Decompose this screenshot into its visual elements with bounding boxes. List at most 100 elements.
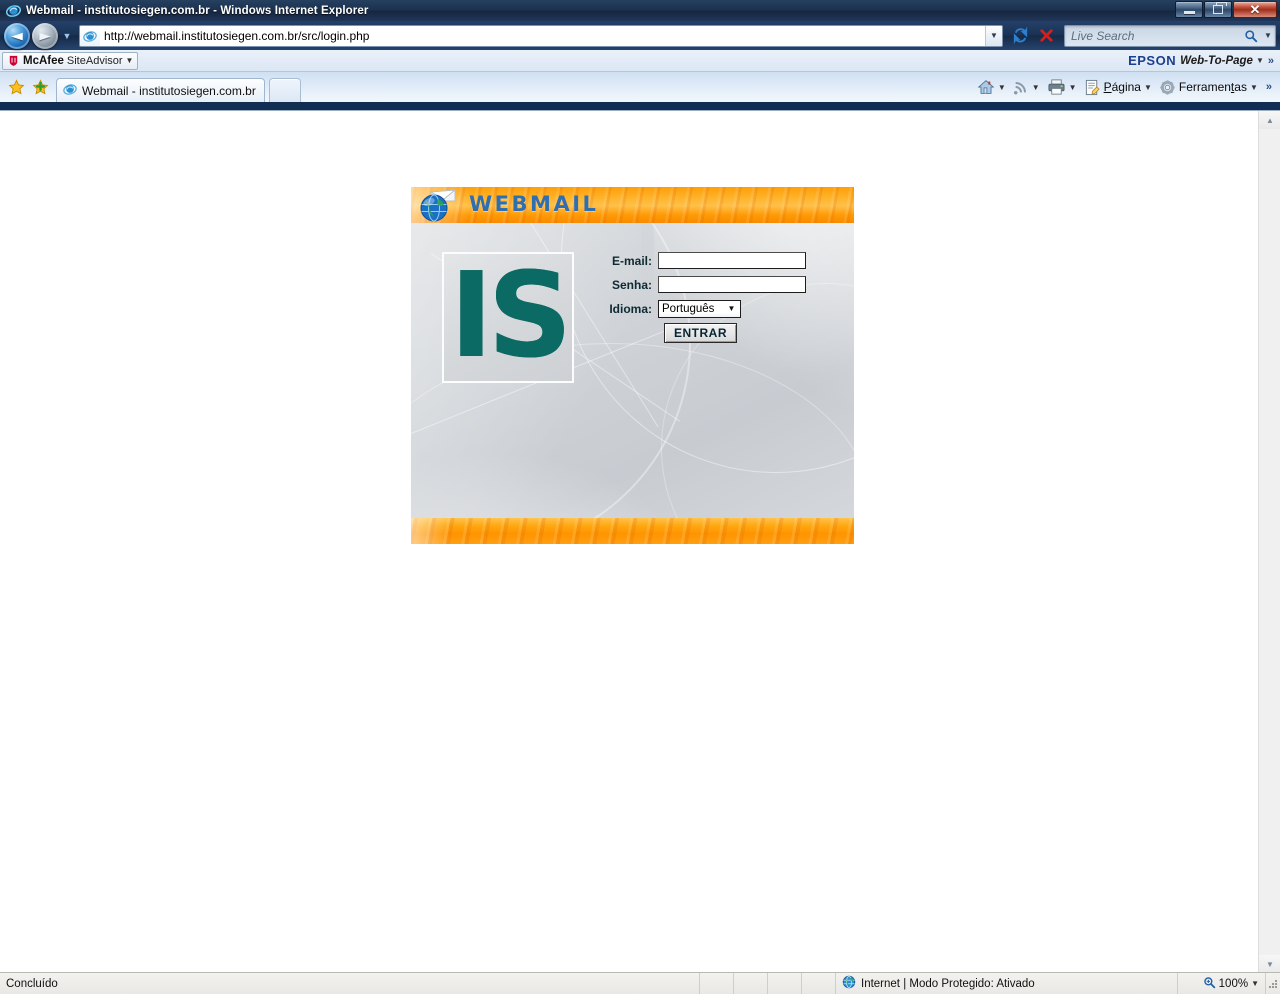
recent-pages-dropdown[interactable]: ▼ [60, 23, 74, 49]
chevron-down-icon[interactable]: ▼ [1032, 83, 1040, 92]
tab-bar: Webmail - institutosiegen.com.br ▼ ▼ ▼ P… [0, 72, 1280, 102]
forward-arrow-icon: ► [39, 26, 51, 44]
language-select[interactable]: Português ▼ [658, 299, 742, 318]
stop-icon [1039, 29, 1053, 42]
minimize-button[interactable] [1175, 1, 1203, 18]
extensions-overflow-icon[interactable]: » [1264, 55, 1278, 67]
printer-icon [1048, 79, 1065, 95]
address-input[interactable]: http://webmail.institutosiegen.com.br/sr… [100, 25, 985, 46]
close-icon: ✕ [1249, 2, 1261, 17]
browser-window: Webmail - institutosiegen.com.br - Windo… [0, 0, 1280, 994]
email-label: E-mail: [611, 253, 652, 268]
wordmark-letter: L [582, 192, 599, 216]
vertical-scrollbar[interactable]: ▲ ▼ [1258, 111, 1280, 972]
language-row: Idioma: Português ▼ [596, 299, 844, 318]
chevron-down-icon[interactable]: ▼ [1250, 83, 1258, 92]
restore-button[interactable] [1204, 1, 1232, 18]
chevron-down-icon[interactable]: ▼ [126, 56, 134, 65]
security-zone-indicator[interactable]: Internet | Modo Protegido: Ativado [836, 972, 1178, 994]
status-bar: Concluído Internet | Modo Protegido: Ati… [0, 972, 1280, 994]
chevron-down-icon: ▼ [1266, 959, 1274, 969]
back-button[interactable]: ◄ [4, 22, 30, 49]
scroll-up-button[interactable]: ▲ [1259, 111, 1280, 129]
add-to-favorites-button[interactable] [28, 75, 52, 99]
feeds-button[interactable]: ▼ [1010, 76, 1043, 98]
status-separator [802, 972, 836, 994]
mcafee-siteadvisor-button[interactable]: McAfee SiteAdvisor ▼ [2, 51, 139, 70]
submit-button[interactable]: ENTRAR [664, 323, 737, 343]
chevron-down-icon[interactable]: ▼ [998, 83, 1006, 92]
new-tab-button[interactable] [268, 78, 301, 102]
wordmark-letter: M [530, 192, 554, 216]
search-icon[interactable] [1241, 29, 1261, 43]
refresh-button[interactable] [1008, 24, 1032, 48]
page-menu-label: Página [1103, 80, 1141, 94]
webmail-footer-banner [411, 518, 854, 544]
webmail-body: IS E-mail: Senha: Idioma: Português ▼ EN… [411, 223, 854, 518]
epson-brand-label: EPSON [1128, 53, 1177, 68]
address-bar[interactable]: http://webmail.institutosiegen.com.br/sr… [79, 24, 1003, 47]
internet-explorer-icon [5, 3, 22, 18]
search-provider-dropdown[interactable]: ▼ [1261, 31, 1275, 40]
chevron-down-icon: ▼ [1264, 31, 1272, 40]
star-icon [8, 78, 24, 94]
navigation-bar: ◄ ► ▼ http://webmail.institutosiegen.com… [0, 21, 1280, 50]
chevron-up-icon: ▲ [1266, 115, 1274, 125]
submit-row: ENTRAR [596, 323, 844, 343]
chevron-down-icon: ▼ [990, 31, 998, 40]
title-bar: Webmail - institutosiegen.com.br - Windo… [0, 0, 1280, 21]
tab-webmail[interactable]: Webmail - institutosiegen.com.br [56, 78, 265, 102]
refresh-icon [1013, 27, 1027, 44]
wordmark-letter: E [494, 192, 512, 216]
webmail-header-banner: W E B M A I L [411, 187, 854, 223]
close-button[interactable]: ✕ [1233, 1, 1277, 18]
globe-envelope-icon [419, 189, 459, 223]
security-zone-text: Internet | Modo Protegido: Ativado [861, 977, 1035, 990]
home-button[interactable]: ▼ [974, 76, 1009, 98]
search-input[interactable]: Live Search [1065, 29, 1241, 43]
epson-dropdown-chevron-down-icon[interactable]: ▼ [1256, 56, 1264, 65]
tools-menu-button[interactable]: Ferramentas ▼ [1156, 76, 1261, 98]
email-row: E-mail: [596, 251, 844, 270]
footer-fade [411, 518, 451, 544]
stop-button[interactable] [1034, 24, 1058, 48]
login-form: E-mail: Senha: Idioma: Português ▼ ENTRA… [596, 251, 844, 343]
window-controls: ✕ [1175, 1, 1277, 18]
chevron-down-icon[interactable]: ▼ [1069, 83, 1077, 92]
command-bar: ▼ ▼ ▼ Página ▼ Ferramentas ▼ » [974, 76, 1276, 102]
zoom-level-text: 100% [1218, 977, 1249, 990]
grip-icon [1269, 979, 1277, 988]
logo-text: IS [449, 252, 572, 383]
page-viewport: W E B M A I L IS E-mail: Senha: Idioma: … [0, 110, 1280, 972]
resize-grip[interactable] [1266, 978, 1280, 990]
siteadvisor-label: SiteAdvisor [66, 54, 123, 67]
forward-button[interactable]: ► [32, 22, 58, 49]
command-bar-overflow-icon[interactable]: » [1262, 81, 1276, 93]
gear-icon [1160, 79, 1175, 95]
wordmark-letter: W [469, 192, 495, 216]
email-input[interactable] [658, 252, 806, 269]
minimize-icon [1183, 10, 1195, 14]
address-dropdown-button[interactable]: ▼ [985, 25, 1002, 46]
status-separator [768, 972, 802, 994]
tab-favicon-icon [63, 82, 77, 99]
search-box[interactable]: Live Search ▼ [1064, 24, 1276, 47]
wordmark-letter: A [553, 192, 573, 216]
rss-icon [1013, 82, 1026, 95]
mcafee-brand-label: McAfee [23, 54, 64, 67]
chevron-down-icon: ▼ [62, 30, 72, 41]
chevron-down-icon[interactable]: ▼ [1251, 979, 1259, 988]
print-button[interactable]: ▼ [1044, 76, 1080, 98]
page-menu-button[interactable]: Página ▼ [1081, 76, 1155, 98]
chevron-down-icon[interactable]: ▼ [1144, 83, 1152, 92]
password-input[interactable] [658, 276, 806, 293]
browser-chrome: ◄ ► ▼ http://webmail.institutosiegen.com… [0, 21, 1280, 102]
tools-menu-label: Ferramentas [1178, 80, 1247, 94]
scroll-down-button[interactable]: ▼ [1259, 955, 1280, 972]
back-arrow-icon: ◄ [11, 26, 23, 44]
restore-icon [1213, 2, 1227, 14]
status-text: Concluído [0, 972, 700, 994]
page-favicon-icon [80, 25, 100, 46]
zoom-control[interactable]: 100% ▼ [1178, 972, 1266, 994]
favorites-center-button[interactable] [4, 75, 28, 99]
